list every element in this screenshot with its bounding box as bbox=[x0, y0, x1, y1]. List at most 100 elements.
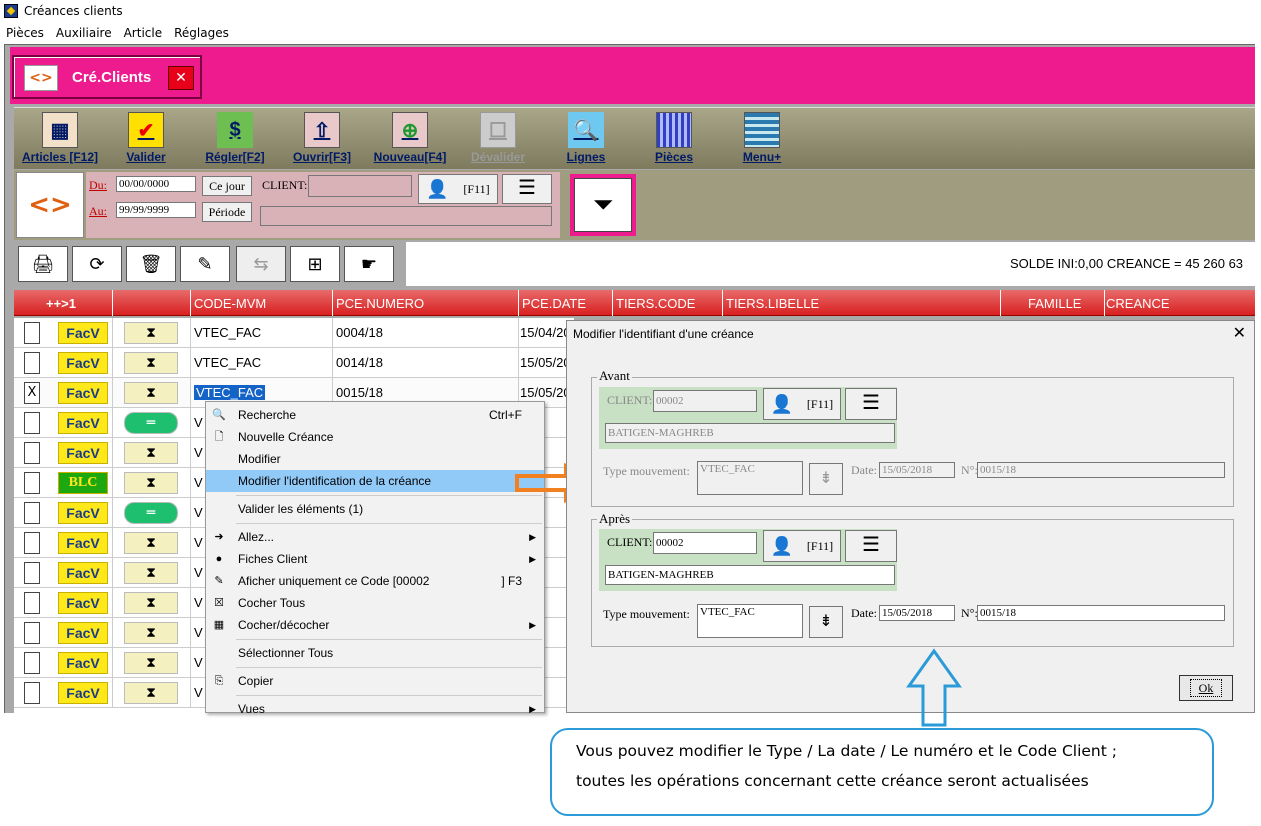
col-pce-date[interactable]: PCE.DATE bbox=[522, 296, 586, 311]
hamburger-menu-icon[interactable]: ☰ bbox=[845, 530, 897, 562]
apres-date-input[interactable]: 15/05/2018 bbox=[879, 605, 955, 621]
solde-text: SOLDE INI:0,00 CREANCE = 45 260 63 bbox=[1010, 256, 1244, 271]
row-checkbox[interactable] bbox=[24, 592, 40, 614]
doc-type-badge: FacV bbox=[58, 502, 108, 524]
row-checkbox[interactable] bbox=[24, 442, 40, 464]
apres-client-code[interactable]: 00002 bbox=[653, 532, 757, 554]
menu-auxiliaire[interactable]: Auxiliaire bbox=[56, 26, 112, 40]
row-checkbox[interactable] bbox=[24, 502, 40, 524]
refresh-icon[interactable]: ⟳ bbox=[72, 246, 122, 282]
hamburger-menu-icon[interactable]: ☰ bbox=[502, 174, 552, 204]
row-checkbox[interactable] bbox=[24, 682, 40, 704]
col-code-mvm[interactable]: CODE-MVM bbox=[194, 296, 266, 311]
apres-type-picker-icon[interactable]: ⇟ bbox=[809, 606, 843, 638]
menu-reglages[interactable]: Réglages bbox=[174, 26, 229, 40]
check-icon: ✔ bbox=[128, 112, 164, 148]
devalider-button[interactable]: ☐ Dévalider bbox=[460, 112, 536, 164]
valider-button[interactable]: ✔ Valider bbox=[114, 112, 178, 164]
menu-item-label: Valider les éléments (1) bbox=[238, 502, 364, 516]
hourglass-icon: ⧗ bbox=[124, 322, 178, 344]
row-checkbox[interactable] bbox=[24, 562, 40, 584]
transfer-icon[interactable]: ⇆ bbox=[236, 246, 286, 282]
regler-button[interactable]: $ Régler[F2] bbox=[198, 112, 272, 164]
articles-button[interactable]: ▦ Articles [F12] bbox=[18, 112, 102, 164]
code-mvm-cell: VTEC_FAC bbox=[194, 355, 262, 370]
apres-type-label: Type mouvement: bbox=[603, 607, 690, 621]
menu-separator bbox=[236, 523, 542, 524]
nouveau-button[interactable]: ⊕ Nouveau[F4] bbox=[366, 112, 454, 164]
table-row[interactable]: FacV ⧗ VTEC_FAC 0014/18 15/05/20 bbox=[14, 348, 574, 378]
client-picker-button[interactable]: 👤 [F11] bbox=[418, 174, 498, 204]
apres-type-input[interactable]: VTEC_FAC bbox=[697, 604, 803, 638]
client-code-input[interactable] bbox=[308, 175, 412, 197]
row-checkbox[interactable] bbox=[24, 352, 40, 374]
menu-article[interactable]: Article bbox=[124, 26, 163, 40]
select-icon[interactable]: ⊞ bbox=[290, 246, 340, 282]
context-menu-item[interactable]: 🔍 Recherche Ctrl+F bbox=[206, 404, 544, 426]
context-menu-item[interactable]: Modifier bbox=[206, 448, 544, 470]
col-famille[interactable]: FAMILLE bbox=[1028, 296, 1081, 311]
edit-icon[interactable]: ✎ bbox=[180, 246, 230, 282]
app-icon bbox=[4, 4, 18, 18]
apres-client-picker[interactable]: 👤 [F11] bbox=[763, 530, 841, 562]
search-icon: 🔍 bbox=[212, 409, 226, 421]
context-menu-item[interactable]: ● Fiches Client ▶ bbox=[206, 548, 544, 570]
avant-client-picker: 👤 [F11] bbox=[763, 388, 841, 420]
col-tiers-code[interactable]: TIERS.CODE bbox=[616, 296, 695, 311]
context-menu-item[interactable]: Vues ▶ bbox=[206, 698, 544, 720]
du-label: Du: bbox=[89, 178, 107, 192]
row-checkbox[interactable]: X bbox=[24, 382, 40, 404]
row-checkbox[interactable] bbox=[24, 622, 40, 644]
close-icon[interactable]: ✕ bbox=[1233, 323, 1246, 342]
col-pce-numero[interactable]: PCE.NUMERO bbox=[336, 296, 424, 311]
doc-type-badge: FacV bbox=[58, 412, 108, 434]
context-menu-item[interactable]: ⎘ Copier bbox=[206, 670, 544, 692]
context-menu-item[interactable]: Sélectionner Tous bbox=[206, 642, 544, 664]
periode-button[interactable]: Période bbox=[202, 202, 252, 222]
apres-client-name[interactable]: BATIGEN-MAGHREB bbox=[605, 565, 895, 585]
context-menu-item[interactable]: 🗋 Nouvelle Créance bbox=[206, 426, 544, 448]
au-input[interactable]: 99/99/9999 bbox=[116, 202, 196, 218]
menu-separator bbox=[236, 695, 542, 696]
context-menu-item[interactable]: ➜ Allez... ▶ bbox=[206, 526, 544, 548]
apres-num-input[interactable]: 0015/18 bbox=[977, 605, 1225, 621]
row-checkbox[interactable] bbox=[24, 532, 40, 554]
menu-plus-button[interactable]: Menu+ bbox=[730, 112, 794, 164]
table-row[interactable]: FacV ⧗ VTEC_FAC 0004/18 15/04/20 bbox=[14, 318, 574, 348]
col-check[interactable]: ++>1 bbox=[46, 296, 76, 311]
ok-button[interactable]: Ok bbox=[1179, 675, 1233, 701]
record-icon: ● bbox=[215, 553, 223, 565]
row-checkbox[interactable] bbox=[24, 412, 40, 434]
col-creance[interactable]: CREANCE bbox=[1106, 296, 1170, 311]
ouvrir-button[interactable]: ⇧ Ouvrir[F3] bbox=[286, 112, 358, 164]
col-tiers-libelle[interactable]: TIERS.LIBELLE bbox=[726, 296, 819, 311]
context-menu-item[interactable]: ☒ Cocher Tous bbox=[206, 592, 544, 614]
hand-pointer-icon[interactable]: ☛ bbox=[344, 246, 394, 282]
hourglass-icon: ⧗ bbox=[124, 382, 178, 404]
module-tab[interactable]: <> Cré.Clients ✕ bbox=[12, 55, 202, 99]
du-input[interactable]: 00/00/0000 bbox=[116, 176, 196, 192]
ce-jour-button[interactable]: Ce jour bbox=[202, 176, 252, 196]
context-menu-item[interactable]: Modifier l'identification de la créance bbox=[206, 470, 544, 492]
context-menu-item[interactable]: ✎ Aficher uniquement ce Code [00002] F3 bbox=[206, 570, 544, 592]
pieces-label: Pièces bbox=[654, 150, 694, 164]
filter-icon: ✎ bbox=[214, 575, 224, 587]
close-module-icon[interactable]: ✕ bbox=[168, 66, 194, 90]
filter-button[interactable]: ⏷ bbox=[570, 174, 636, 236]
up-arrow-icon: ⇧ bbox=[304, 112, 340, 148]
xls-export-icon[interactable]: 🖨 bbox=[18, 246, 68, 282]
trash-icon[interactable]: 🗑 bbox=[126, 246, 176, 282]
row-checkbox[interactable] bbox=[24, 472, 40, 494]
client-name-input[interactable] bbox=[260, 206, 552, 226]
menu-pieces[interactable]: Pièces bbox=[6, 26, 44, 40]
row-checkbox[interactable] bbox=[24, 652, 40, 674]
context-menu-item[interactable]: ▦ Cocher/décocher ▶ bbox=[206, 614, 544, 636]
pieces-button[interactable]: Pièces bbox=[642, 112, 706, 164]
row-checkbox[interactable] bbox=[24, 322, 40, 344]
context-menu-item[interactable]: Valider les éléments (1) bbox=[206, 498, 544, 520]
lignes-button[interactable]: 🔍 Lignes bbox=[554, 112, 618, 164]
ok-label: Ok bbox=[1189, 679, 1223, 697]
client-label: CLIENT: bbox=[262, 178, 308, 192]
pce-numero-cell: 0015/18 bbox=[336, 385, 383, 400]
code-mvm-cell: V bbox=[194, 415, 203, 430]
